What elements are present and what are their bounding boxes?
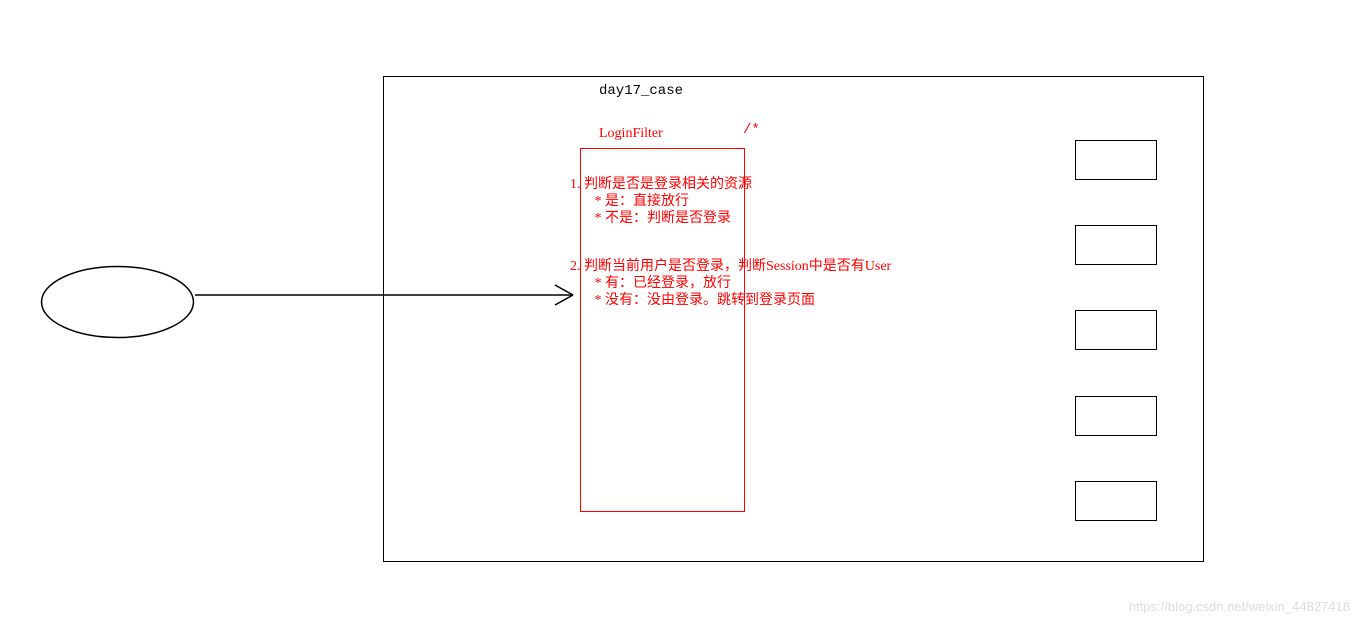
watermark-text: https://blog.csdn.net/weixin_44827418: [1129, 599, 1350, 614]
resource-box-1: [1075, 140, 1157, 180]
resource-box-5: [1075, 481, 1157, 521]
step-1-text: 1. 判断是否是登录相关的资源 * 是：直接放行 * 不是：判断是否登录: [570, 176, 752, 227]
project-title: day17_case: [599, 83, 683, 99]
step-2-text: 2. 判断当前用户是否登录，判断Session中是否有User * 有：已经登录…: [570, 258, 891, 309]
filter-pattern: /*: [743, 122, 760, 138]
client-ellipse-icon: [40, 265, 195, 339]
resource-box-3: [1075, 310, 1157, 350]
filter-title: LoginFilter: [599, 126, 663, 142]
arrow-icon: [195, 280, 580, 310]
resource-box-4: [1075, 396, 1157, 436]
resource-box-2: [1075, 225, 1157, 265]
diagram-canvas: day17_case LoginFilter /* 1. 判断是否是登录相关的资…: [0, 0, 1360, 620]
